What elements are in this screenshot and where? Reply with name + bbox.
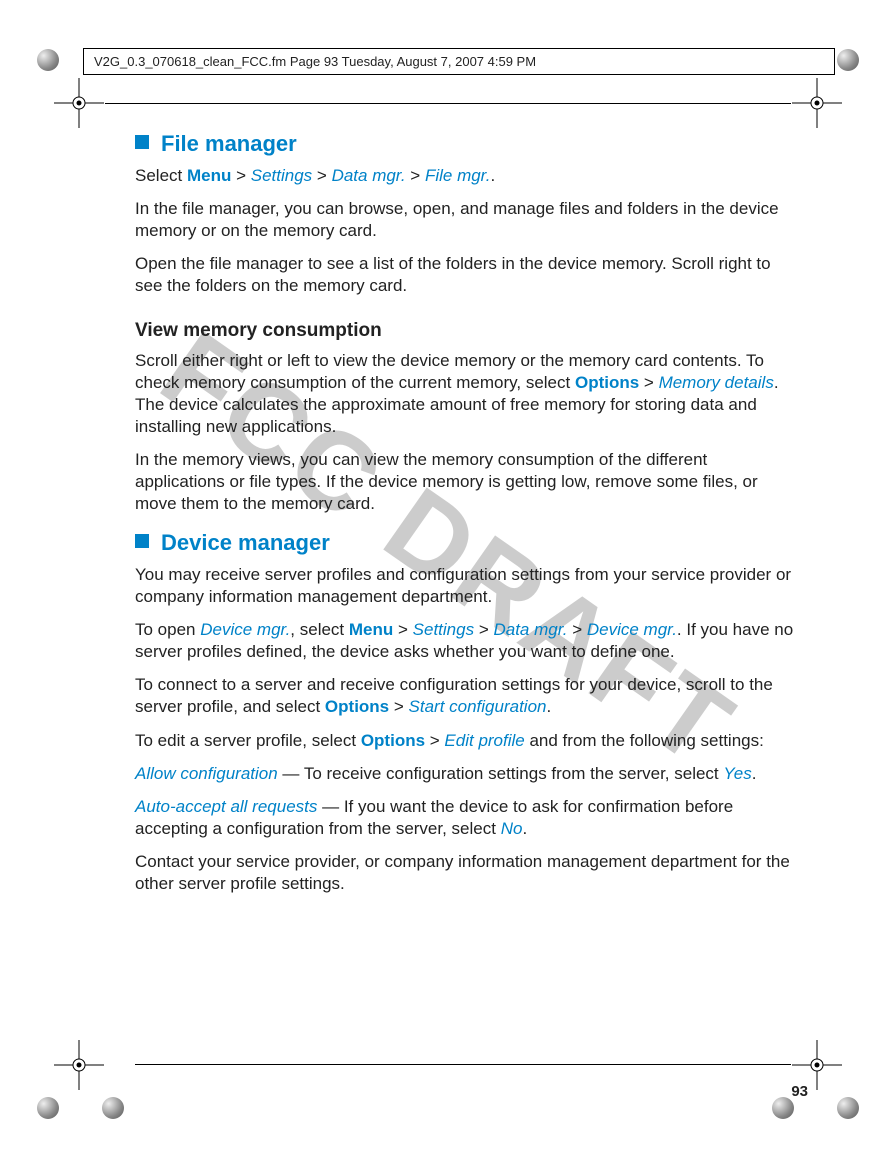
file-mgr-term: File mgr. (425, 166, 491, 185)
file-manager-desc-2: Open the file manager to see a list of t… (135, 253, 795, 297)
device-manager-p7: Contact your service provider, or compan… (135, 851, 795, 895)
page: V2G_0.3_070618_clean_FCC.fm Page 93 Tues… (0, 0, 896, 1168)
crop-line-top (105, 103, 791, 104)
auto-accept-term: Auto-accept all requests (135, 797, 317, 816)
data-mgr-term: Data mgr. (332, 166, 406, 185)
registration-disc-bl (30, 1090, 66, 1126)
options-term: Options (575, 373, 639, 392)
device-manager-p6: Auto-accept all requests — If you want t… (135, 796, 795, 840)
allow-configuration-term: Allow configuration (135, 764, 278, 783)
file-manager-path: Select Menu > Settings > Data mgr. > Fil… (135, 165, 795, 187)
device-manager-p4: To edit a server profile, select Options… (135, 730, 795, 752)
print-header: V2G_0.3_070618_clean_FCC.fm Page 93 Tues… (83, 48, 835, 75)
menu-term: Menu (349, 620, 393, 639)
device-manager-p1: You may receive server profiles and conf… (135, 564, 795, 608)
device-mgr-term: Device mgr. (587, 620, 677, 639)
device-manager-heading: Device manager (135, 529, 795, 558)
device-manager-title-text: Device manager (161, 530, 330, 555)
device-mgr-term: Device mgr. (200, 620, 290, 639)
page-number: 93 (791, 1083, 808, 1100)
yes-term: Yes (723, 764, 751, 783)
options-term: Options (325, 697, 389, 716)
file-manager-desc-1: In the file manager, you can browse, ope… (135, 198, 795, 242)
start-configuration-term: Start configuration (409, 697, 547, 716)
data-mgr-term: Data mgr. (493, 620, 567, 639)
square-bullet-icon (135, 135, 149, 149)
file-manager-title-text: File manager (161, 131, 297, 156)
crop-mark-tl (54, 78, 104, 128)
edit-profile-term: Edit profile (444, 731, 524, 750)
print-header-text: V2G_0.3_070618_clean_FCC.fm Page 93 Tues… (94, 54, 536, 69)
device-manager-p3: To connect to a server and receive confi… (135, 674, 795, 718)
crop-line-bottom (135, 1064, 791, 1065)
file-manager-heading: File manager (135, 130, 795, 159)
settings-term: Settings (413, 620, 474, 639)
device-manager-p2: To open Device mgr., select Menu > Setti… (135, 619, 795, 663)
registration-disc-br (830, 1090, 866, 1126)
square-bullet-icon (135, 534, 149, 548)
registration-disc-tr (830, 42, 866, 78)
settings-term: Settings (251, 166, 312, 185)
device-manager-p5: Allow configuration — To receive configu… (135, 763, 795, 785)
crop-mark-tr (792, 78, 842, 128)
menu-term: Menu (187, 166, 231, 185)
crop-mark-bl (54, 1040, 104, 1090)
options-term: Options (361, 731, 425, 750)
view-memory-p1: Scroll either right or left to view the … (135, 350, 795, 438)
registration-disc-bl2 (95, 1090, 131, 1126)
registration-disc-tl (30, 42, 66, 78)
content-area: File manager Select Menu > Settings > Da… (135, 116, 795, 906)
view-memory-heading: View memory consumption (135, 319, 795, 344)
view-memory-p2: In the memory views, you can view the me… (135, 449, 795, 515)
memory-details-term: Memory details (659, 373, 774, 392)
no-term: No (501, 819, 523, 838)
